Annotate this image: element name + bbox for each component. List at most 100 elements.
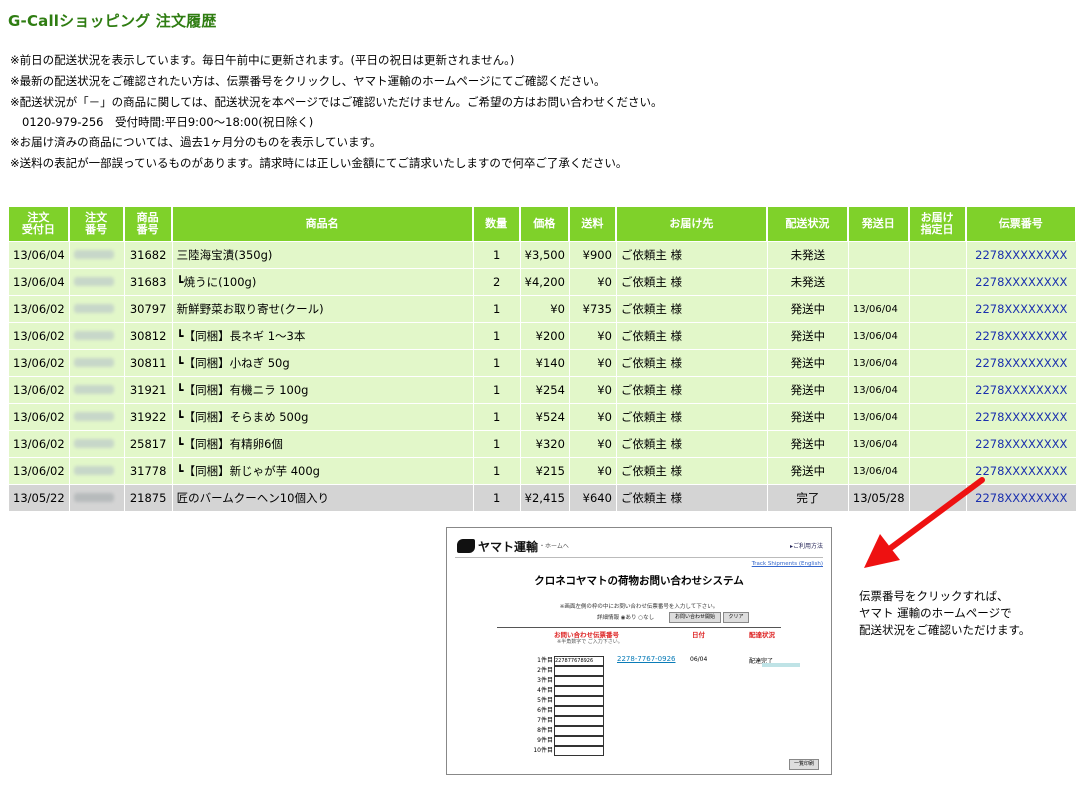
order-date: 13/05/22 bbox=[9, 484, 69, 511]
slip-number-link[interactable]: 2278XXXXXXXX bbox=[966, 376, 1076, 403]
redacted-order-number bbox=[73, 277, 114, 286]
slip-number-link[interactable]: 2278XXXXXXXX bbox=[966, 241, 1076, 268]
delivery-status: 未発送 bbox=[767, 268, 848, 295]
order-date: 13/06/02 bbox=[9, 430, 69, 457]
quantity: 1 bbox=[473, 457, 520, 484]
shipping-fee: ¥0 bbox=[569, 403, 616, 430]
tracking-input-box bbox=[554, 746, 604, 756]
tracking-row-label: 1件目 bbox=[537, 657, 553, 664]
explanation-line-3: 配送状況をご確認いただけます。 bbox=[859, 623, 1031, 637]
header-order-no: 注文 番号 bbox=[69, 207, 124, 241]
delivery-status: 発送中 bbox=[767, 322, 848, 349]
header-order-date: 注文 受付日 bbox=[9, 207, 69, 241]
shipping-fee: ¥0 bbox=[569, 322, 616, 349]
quantity: 1 bbox=[473, 295, 520, 322]
clear-button: クリア bbox=[723, 612, 749, 623]
notice-list: ※前日の配送状況を表示しています。毎日午前中に更新されます。(平日の祝日は更新さ… bbox=[10, 50, 662, 174]
slip-number-link[interactable]: 2278XXXXXXXX bbox=[966, 268, 1076, 295]
order-no bbox=[69, 484, 124, 511]
tracking-input-box bbox=[554, 716, 604, 726]
product-no: 31921 bbox=[124, 376, 172, 403]
search-start-button: お問い合わせ開始 bbox=[669, 612, 721, 623]
table-row: 13/06/02 30811 ┗【同梱】小ねぎ 50g 1 ¥140 ¥0 ご依頼主 様発送… bbox=[9, 349, 1076, 376]
redacted-order-number bbox=[73, 385, 114, 394]
ship-date: 13/06/04 bbox=[848, 376, 909, 403]
redacted-order-number bbox=[73, 358, 114, 367]
product-no: 25817 bbox=[124, 430, 172, 457]
recipient: ご依頼主 様 bbox=[616, 295, 767, 322]
shipping-fee: ¥0 bbox=[569, 430, 616, 457]
price: ¥215 bbox=[520, 457, 569, 484]
tracking-row-label: 5件目 bbox=[537, 697, 553, 704]
price: ¥0 bbox=[520, 295, 569, 322]
header-ship-date: 発送日 bbox=[848, 207, 909, 241]
ship-date: 13/06/04 bbox=[848, 322, 909, 349]
ship-date: 13/06/04 bbox=[848, 430, 909, 457]
redacted-order-number bbox=[73, 412, 114, 421]
order-date: 13/06/02 bbox=[9, 322, 69, 349]
product-name: ┗【同梱】小ねぎ 50g bbox=[172, 349, 473, 376]
recipient: ご依頼主 様 bbox=[616, 376, 767, 403]
shipping-fee: ¥640 bbox=[569, 484, 616, 511]
order-no bbox=[69, 430, 124, 457]
notice-latest-status: ※最新の配送状況をご確認されたい方は、伝票番号をクリックし、ヤマト運輸のホームペ… bbox=[10, 74, 606, 88]
input-note: ※半角数字で ご入力下さい。 bbox=[557, 639, 623, 645]
ship-date: 13/06/04 bbox=[848, 349, 909, 376]
order-no bbox=[69, 403, 124, 430]
yamato-tracking-screenshot: ヤマト運輸 ・ホームへ ▸ご利用方法 Track Shipments (Engl… bbox=[446, 527, 832, 775]
recipient: ご依頼主 様 bbox=[616, 430, 767, 457]
contact-phone: 0120-979-256 受付時間:平日9:00～18:00(祝日除く) bbox=[22, 115, 314, 129]
tracking-row-label: 10件目 bbox=[533, 747, 553, 754]
price: ¥200 bbox=[520, 322, 569, 349]
tracking-input-box bbox=[554, 686, 604, 696]
help-link: ▸ご利用方法 bbox=[789, 543, 823, 550]
order-no bbox=[69, 376, 124, 403]
notice-past-month: ※お届け済みの商品については、過去1ヶ月分のものを表示しています。 bbox=[10, 135, 382, 149]
product-name: ┗【同梱】そらまめ 500g bbox=[172, 403, 473, 430]
delivery-status: 発送中 bbox=[767, 376, 848, 403]
delivery-status: 発送中 bbox=[767, 403, 848, 430]
order-no bbox=[69, 295, 124, 322]
product-name: ┗焼うに(100g) bbox=[172, 268, 473, 295]
order-no bbox=[69, 268, 124, 295]
price: ¥4,200 bbox=[520, 268, 569, 295]
order-date: 13/06/02 bbox=[9, 403, 69, 430]
recipient: ご依頼主 様 bbox=[616, 403, 767, 430]
tracking-input-box bbox=[554, 676, 604, 686]
quantity: 1 bbox=[473, 322, 520, 349]
print-list-button: 一覧印刷 bbox=[789, 759, 819, 770]
slip-number-link[interactable]: 2278XXXXXXXX bbox=[966, 322, 1076, 349]
slip-number-link[interactable]: 2278XXXXXXXX bbox=[966, 349, 1076, 376]
tracking-date: 06/04 bbox=[690, 656, 708, 663]
redacted-order-number bbox=[73, 493, 114, 502]
price: ¥254 bbox=[520, 376, 569, 403]
shipping-fee: ¥0 bbox=[569, 457, 616, 484]
product-name: ┗【同梱】有機ニラ 100g bbox=[172, 376, 473, 403]
form-divider bbox=[497, 627, 781, 628]
product-name: 三陸海宝漬(350g) bbox=[172, 241, 473, 268]
table-row: 13/06/02 30812 ┗【同梱】長ネギ 1～3本 1 ¥200 ¥0 ご依頼主 様発… bbox=[9, 322, 1076, 349]
delivery-date bbox=[909, 349, 966, 376]
detail-option: 詳細情報 ◉あり ○なし bbox=[597, 615, 655, 621]
header-qty: 数量 bbox=[473, 207, 520, 241]
order-date: 13/06/02 bbox=[9, 376, 69, 403]
price: ¥140 bbox=[520, 349, 569, 376]
recipient: ご依頼主 様 bbox=[616, 322, 767, 349]
slip-number-link[interactable]: 2278XXXXXXXX bbox=[966, 403, 1076, 430]
tracking-number-link: 2278-7767-0926 bbox=[617, 655, 676, 663]
table-row: 13/06/02 31922 ┗【同梱】そらまめ 500g 1 ¥524 ¥0 ご依頼主 様… bbox=[9, 403, 1076, 430]
delivery-status: 完了 bbox=[767, 484, 848, 511]
shipping-fee: ¥900 bbox=[569, 241, 616, 268]
shipping-fee: ¥0 bbox=[569, 268, 616, 295]
recipient: ご依頼主 様 bbox=[616, 241, 767, 268]
delivery-date bbox=[909, 322, 966, 349]
delivery-status: 発送中 bbox=[767, 457, 848, 484]
slip-number-link[interactable]: 2278XXXXXXXX bbox=[966, 295, 1076, 322]
recipient: ご依頼主 様 bbox=[616, 268, 767, 295]
header-slip-no: 伝票番号 bbox=[966, 207, 1076, 241]
product-name: ┗【同梱】有精卵6個 bbox=[172, 430, 473, 457]
slip-number-link[interactable]: 2278XXXXXXXX bbox=[966, 430, 1076, 457]
header-status: 配送状況 bbox=[767, 207, 848, 241]
status-highlight bbox=[762, 663, 800, 667]
delivery-status: 未発送 bbox=[767, 241, 848, 268]
